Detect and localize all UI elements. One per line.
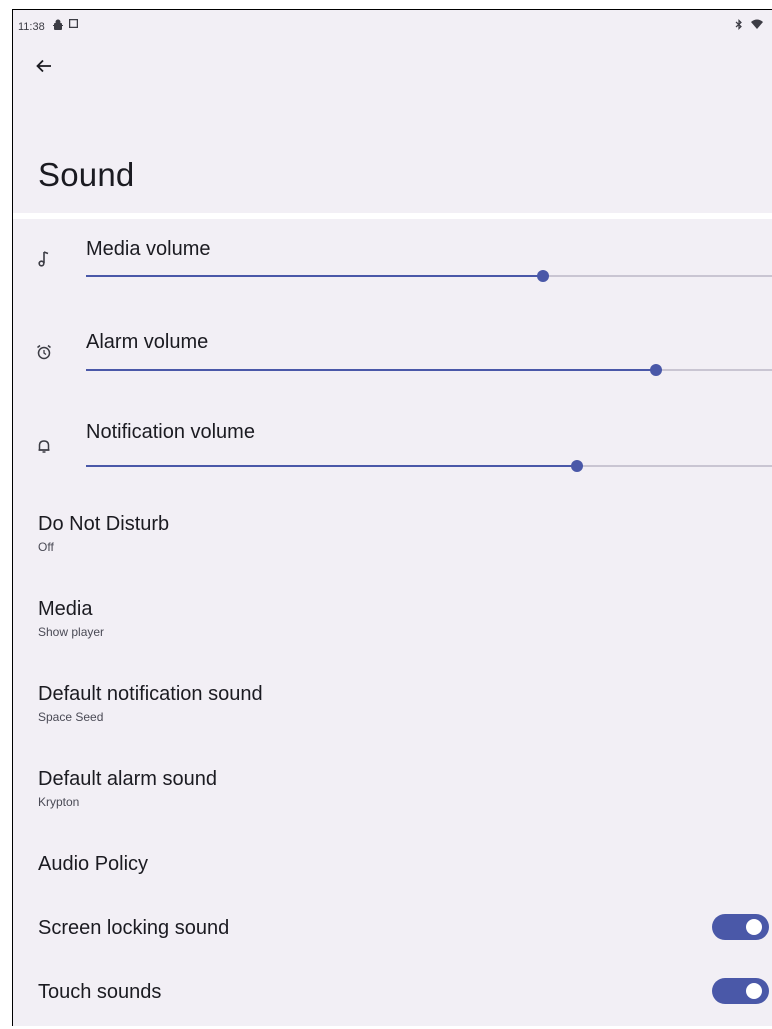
do-not-disturb-item[interactable]: Do Not Disturb Off [38,512,772,554]
default-notification-sound-title: Default notification sound [38,683,263,705]
notification-volume-thumb[interactable] [571,460,584,472]
screen-locking-sound-title: Screen locking sound [38,917,230,939]
default-notification-sound-summary: Space Seed [38,710,104,724]
touch-sounds-switch[interactable] [712,978,769,1004]
status-bar: 11:38 [13,10,772,38]
settings-screen: 11:38 Sound Media volume Alarm volume No… [12,9,772,1026]
alarm-volume-slider[interactable] [86,364,772,376]
touch-sounds-item[interactable]: Touch sounds [38,980,772,1004]
screen-locking-sound-item[interactable]: Screen locking sound [38,916,772,940]
default-alarm-sound-title: Default alarm sound [38,768,217,790]
screenshot-icon [68,18,79,34]
audio-policy-item[interactable]: Audio Policy [38,852,772,876]
back-button[interactable] [32,54,56,78]
notification-volume-label: Notification volume [86,421,255,443]
media-volume-label: Media volume [86,238,211,260]
screen-locking-sound-switch[interactable] [712,914,769,940]
alarm-volume-thumb[interactable] [650,364,663,376]
media-volume-row: Media volume [13,224,772,294]
default-alarm-sound-summary: Krypton [38,795,80,809]
default-alarm-sound-item[interactable]: Default alarm sound Krypton [38,767,772,809]
bell-icon [35,437,53,455]
page-title: Sound [38,156,135,193]
switch-knob [746,983,762,999]
media-volume-slider[interactable] [86,270,772,282]
do-not-disturb-summary: Off [38,540,54,554]
alarm-clock-icon [35,343,53,361]
do-not-disturb-title: Do Not Disturb [38,513,170,535]
status-time: 11:38 [18,21,45,33]
alarm-volume-label: Alarm volume [86,331,209,353]
music-note-icon [35,250,53,268]
bluetooth-icon [735,19,743,33]
media-title: Media [38,598,93,620]
alarm-volume-row: Alarm volume [13,319,772,389]
media-summary: Show player [38,625,105,639]
switch-knob [746,919,762,935]
default-notification-sound-item[interactable]: Default notification sound Space Seed [38,682,772,724]
android-debug-icon [53,19,63,34]
notification-volume-slider[interactable] [86,460,772,472]
wifi-icon [751,19,763,33]
media-volume-thumb[interactable] [536,270,549,282]
arrow-back-icon [36,59,51,73]
media-item[interactable]: Media Show player [38,597,772,639]
notification-volume-row: Notification volume [13,415,772,485]
touch-sounds-title: Touch sounds [38,981,162,1003]
audio-policy-title: Audio Policy [38,853,149,875]
header-divider [13,213,772,219]
